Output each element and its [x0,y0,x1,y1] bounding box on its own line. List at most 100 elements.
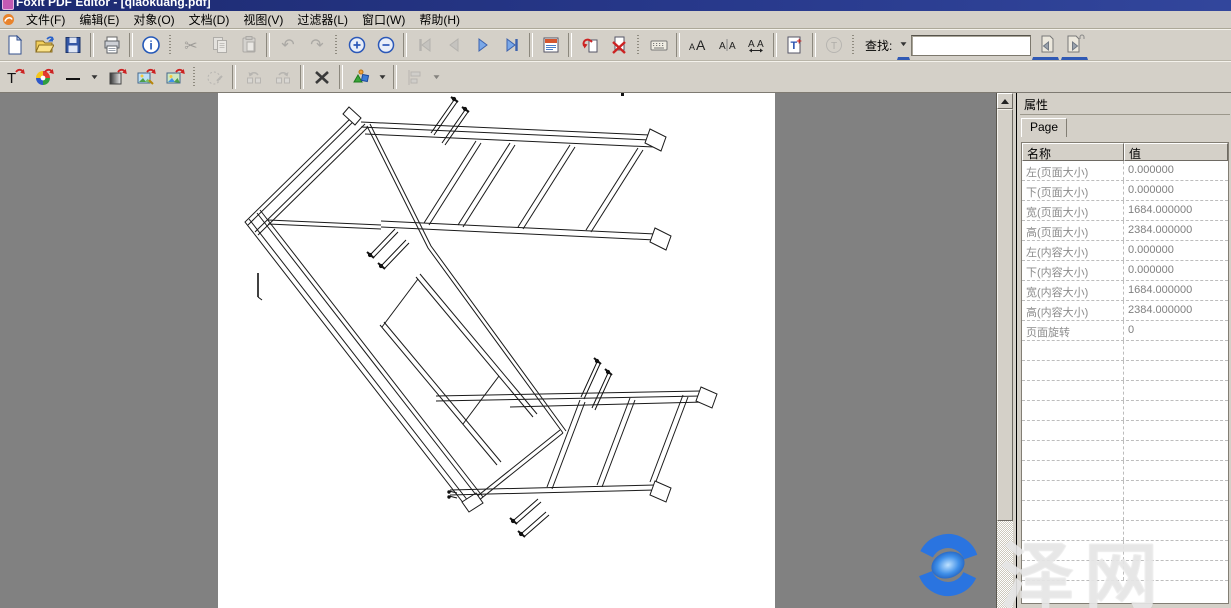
find-previous-button[interactable] [1032,31,1059,60]
property-value[interactable]: 1684.000000 [1124,201,1228,220]
document-properties-button[interactable]: i [137,32,164,59]
line-tool-button[interactable] [59,64,86,91]
rotate-object-left-button[interactable] [240,64,267,91]
property-value [1124,421,1228,440]
toolbar-separator [232,65,236,89]
menu-item-document[interactable]: 文档(D) [182,10,237,29]
menu-item-help[interactable]: 帮助(H) [412,10,467,29]
property-row-empty [1022,541,1228,561]
last-page-button[interactable] [498,32,525,59]
toolbar-separator [266,33,270,57]
zoom-out-button[interactable] [372,32,399,59]
toolbar-separator [676,33,680,57]
property-name: 高(页面大小) [1022,221,1124,240]
text-circle-button[interactable]: T [820,32,847,59]
menu-item-view[interactable]: 视图(V) [236,10,290,29]
svg-text:↶: ↶ [281,37,294,54]
add-image-tool-button[interactable] [161,64,188,91]
property-value [1124,441,1228,460]
property-value[interactable]: 0 [1124,321,1228,340]
add-text-button[interactable]: T+ [781,32,808,59]
tab-page[interactable]: Page [1021,118,1067,137]
toolbar-separator [812,33,816,57]
find-next-button[interactable] [1061,31,1088,60]
property-row-empty [1022,521,1228,541]
redo-button[interactable]: ↷ [303,32,330,59]
find-input[interactable] [911,35,1031,56]
property-name: 左(内容大小) [1022,241,1124,260]
new-document-button[interactable] [1,32,28,59]
print-button[interactable] [98,32,125,59]
property-name: 宽(页面大小) [1022,201,1124,220]
property-name [1022,441,1124,460]
zoom-in-button[interactable] [343,32,370,59]
rotate-page-button[interactable] [576,32,603,59]
property-row: 下(页面大小)0.000000 [1022,181,1228,201]
align-objects-button[interactable] [401,64,428,91]
property-row: 宽(页面大小)1684.000000 [1022,201,1228,221]
rotate-page-icon [580,35,600,55]
property-value[interactable]: 2384.000000 [1124,301,1228,320]
first-page-icon [415,35,435,55]
property-value[interactable]: 0.000000 [1124,161,1228,180]
svg-text:T: T [7,70,16,87]
first-page-button[interactable] [411,32,438,59]
paste-button[interactable] [235,32,262,59]
find-dropdown-button[interactable] [897,31,910,60]
font-width-icon: AA [746,35,766,55]
property-value[interactable]: 2384.000000 [1124,221,1228,240]
shading-tool-button[interactable] [103,64,130,91]
save-document-button[interactable] [59,32,86,59]
next-page-button[interactable] [469,32,496,59]
property-value[interactable]: 0.000000 [1124,181,1228,200]
property-value[interactable]: 0.000000 [1124,241,1228,260]
text-tool-button[interactable]: T [1,64,28,91]
property-value[interactable]: 0.000000 [1124,261,1228,280]
svg-text:✂: ✂ [184,38,197,55]
undo-button[interactable]: ↶ [274,32,301,59]
property-name [1022,361,1124,380]
delete-page-button[interactable] [605,32,632,59]
page-thumbnails-button[interactable] [537,32,564,59]
previous-page-button[interactable] [440,32,467,59]
scrollbar-track[interactable] [997,521,1013,608]
scrollbar-thumb[interactable] [997,109,1013,521]
menu-item-object[interactable]: 对象(O) [126,10,181,29]
add-image-tool-icon [165,67,185,87]
menu-item-file[interactable]: 文件(F) [19,10,72,29]
property-name [1022,521,1124,540]
scroll-up-button[interactable] [997,93,1013,109]
keyboard-button[interactable] [645,32,672,59]
select-object-button[interactable] [201,64,228,91]
color-tool-button[interactable] [30,64,57,91]
property-row-empty [1022,441,1228,461]
property-value [1124,541,1228,560]
font-width-button[interactable]: AA [742,32,769,59]
find-previous-icon [1036,34,1056,54]
property-value [1124,341,1228,360]
property-row-empty [1022,341,1228,361]
pdf-page[interactable] [218,93,775,608]
font-pair-button[interactable]: AA [713,32,740,59]
shape-dropdown-button[interactable] [376,64,389,91]
copy-icon [210,35,230,55]
rotate-object-right-icon [273,67,293,87]
open-document-button[interactable] [30,32,57,59]
next-page-icon [473,35,493,55]
toolbar-separator [300,65,304,89]
menu-item-edit[interactable]: 编辑(E) [72,10,126,29]
rotate-object-right-button[interactable] [269,64,296,91]
property-table-header: 名称 值 [1022,143,1228,161]
delete-object-button[interactable] [308,64,335,91]
insert-shape-button[interactable] [347,64,374,91]
property-value[interactable]: 1684.000000 [1124,281,1228,300]
copy-button[interactable] [206,32,233,59]
line-style-dropdown-button[interactable] [88,64,101,91]
menu-item-window[interactable]: 窗口(W) [355,10,412,29]
cut-button[interactable]: ✂ [177,32,204,59]
align-dropdown-button[interactable] [430,64,443,91]
edit-image-tool-button[interactable] [132,64,159,91]
property-row: 高(页面大小)2384.000000 [1022,221,1228,241]
menu-item-filter[interactable]: 过滤器(L) [290,10,355,29]
font-size-button[interactable]: AA [684,32,711,59]
